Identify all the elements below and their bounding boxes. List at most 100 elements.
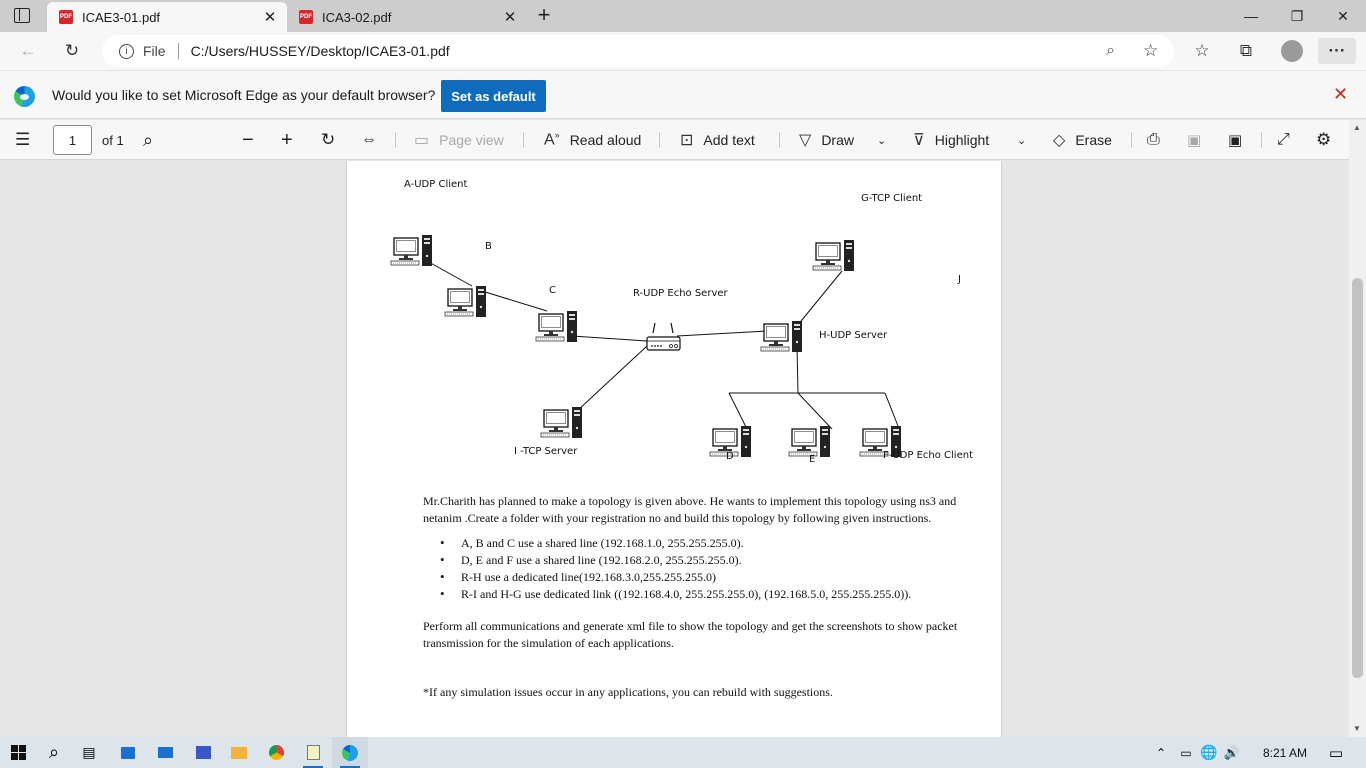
file-explorer-icon[interactable] (221, 737, 257, 768)
draw-icon: ▽ (799, 132, 812, 149)
notepad-icon[interactable] (295, 737, 331, 768)
tab-actions-icon[interactable] (14, 8, 30, 23)
fullscreen-icon[interactable]: ⤢ (1277, 120, 1290, 160)
pdf-viewer[interactable]: A-UDP Client G-TCP Client B C J R-UDP Ec… (0, 161, 1349, 737)
print-icon[interactable]: ⎙ (1147, 120, 1160, 160)
label-e: E (809, 454, 816, 465)
label-c: C (549, 285, 556, 296)
save-icon[interactable]: ▣ (1187, 120, 1201, 160)
draw-button[interactable]: ▽ Draw (799, 120, 854, 160)
divider (523, 132, 524, 148)
set-as-default-button[interactable]: Set as default (441, 80, 546, 112)
erase-button[interactable]: ◇ Erase (1053, 120, 1112, 160)
search-icon[interactable]: ⌕ (36, 737, 72, 768)
notification-center-icon[interactable]: ▭ (1318, 737, 1354, 768)
label-a-udp-client: A-UDP Client (404, 179, 468, 190)
computer-c-icon (535, 310, 578, 343)
new-tab-button[interactable]: + (532, 2, 556, 30)
info-icon[interactable]: i (119, 43, 134, 59)
divider (1131, 132, 1132, 148)
edge-logo-icon (14, 86, 35, 107)
list-item: R-H use a dedicated line(192.168.3.0,255… (423, 569, 963, 586)
infobar-message: Would you like to set Microsoft Edge as … (52, 87, 436, 103)
tab-title: ICA3-02.pdf (322, 9, 392, 25)
restore-button[interactable]: ❐ (1274, 0, 1320, 32)
read-aloud-label: Read aloud (569, 132, 642, 148)
store-icon[interactable] (110, 737, 146, 768)
profile-avatar[interactable] (1278, 38, 1306, 64)
divider (1261, 132, 1262, 148)
scroll-down-arrow-icon[interactable]: ▼ (1353, 724, 1361, 733)
pdf-toolbar: ☰ 1 of 1 ⌕ − + ↻ ⇔ ▭ Page view A» Read a… (0, 120, 1366, 160)
divider (395, 132, 396, 148)
table-of-contents-icon[interactable]: ☰ (15, 120, 30, 160)
network-globe-icon[interactable]: 🌐 (1199, 737, 1219, 768)
show-hidden-icons-chevron-icon[interactable]: ⌃ (1150, 737, 1172, 768)
page-number-input[interactable]: 1 (53, 125, 92, 155)
highlight-icon: ⊽ (913, 132, 925, 149)
highlight-dropdown-chevron-icon[interactable]: ⌄ (1017, 120, 1026, 160)
volume-icon[interactable]: 🔊 (1221, 737, 1243, 768)
task-view-icon[interactable]: ▤ (71, 737, 107, 768)
add-text-icon: ⊡ (680, 132, 694, 149)
label-i-tcp-server: I -TCP Server (514, 446, 578, 457)
edge-taskbar-icon[interactable] (332, 737, 368, 768)
computer-a-icon (390, 234, 433, 267)
add-text-button[interactable]: ⊡ Add text (680, 120, 755, 160)
zoom-in-button[interactable]: + (281, 120, 293, 160)
tab-close-button[interactable]: ✕ (259, 8, 281, 26)
fit-width-icon[interactable]: ⇔ (361, 120, 377, 160)
label-f-udp-echo-client: F-UDP Echo Client (883, 450, 973, 461)
pdf-icon: PDF (299, 10, 313, 24)
tab-close-button[interactable]: ✕ (499, 8, 521, 26)
infobar-close-icon[interactable]: ✕ (1333, 84, 1348, 105)
minimize-button[interactable]: — (1228, 0, 1274, 32)
site-info-label[interactable]: File (143, 43, 166, 59)
add-text-label: Add text (703, 132, 755, 148)
label-r-udp-echo-server: R-UDP Echo Server (633, 288, 728, 299)
save-as-icon[interactable]: ▣ (1228, 120, 1242, 160)
computer-b-icon (444, 285, 487, 318)
label-j: J (958, 274, 961, 285)
rotate-icon[interactable]: ↻ (321, 120, 335, 160)
windows-taskbar: ⌕ ▤ ⌃ ▭ 🌐 🔊 8:21 AM ▭ (0, 737, 1366, 768)
add-favorite-icon[interactable]: ☆ (1143, 41, 1158, 61)
zoom-icon[interactable]: ⌕ (1106, 42, 1115, 60)
windows-start-icon[interactable] (0, 737, 36, 768)
url-text[interactable]: C:/Users/HUSSEY/Desktop/ICAE3-01.pdf (191, 43, 450, 59)
scrollbar-thumb[interactable] (1352, 278, 1363, 678)
chrome-icon[interactable] (258, 737, 294, 768)
back-button[interactable]: ← (14, 38, 42, 64)
collections-icon[interactable]: ⧉ (1232, 38, 1260, 64)
scroll-up-arrow-icon[interactable]: ▲ (1353, 123, 1361, 132)
clock[interactable]: 8:21 AM (1252, 737, 1318, 768)
pdf-settings-gear-icon[interactable]: ⚙ (1316, 120, 1331, 160)
mail-icon[interactable] (147, 737, 183, 768)
battery-icon[interactable]: ▭ (1176, 737, 1196, 768)
draw-dropdown-chevron-icon[interactable]: ⌄ (877, 120, 886, 160)
refresh-button[interactable]: ↻ (58, 38, 86, 64)
address-bar[interactable]: i File C:/Users/HUSSEY/Desktop/ICAE3-01.… (102, 35, 1174, 67)
address-divider (177, 43, 179, 59)
read-aloud-icon: A» (544, 130, 560, 149)
tab-title: ICAE3-01.pdf (82, 9, 161, 25)
highlight-button[interactable]: ⊽ Highlight (913, 120, 989, 160)
zoom-out-button[interactable]: − (242, 120, 254, 160)
read-aloud-button[interactable]: A» Read aloud (544, 120, 641, 160)
close-window-button[interactable]: ✕ (1320, 0, 1366, 32)
favorites-icon[interactable]: ☆ (1188, 38, 1216, 64)
label-d: D (726, 451, 734, 462)
settings-more-icon[interactable]: ··· (1318, 38, 1356, 64)
computer-e-icon (788, 425, 831, 458)
vertical-scrollbar[interactable]: ▲ ▼ (1349, 120, 1366, 737)
list-item: A, B and C use a shared line (192.168.1.… (423, 535, 963, 552)
computer-g-icon (812, 239, 855, 272)
tab-ica3-02[interactable]: PDF ICA3-02.pdf ✕ (287, 2, 527, 32)
computer-h-icon (760, 320, 803, 353)
app-icon[interactable] (185, 737, 221, 768)
page-view-label: Page view (439, 132, 504, 148)
tab-icae3-01[interactable]: PDF ICAE3-01.pdf ✕ (47, 2, 287, 32)
draw-label: Draw (821, 132, 854, 148)
search-icon[interactable]: ⌕ (143, 120, 153, 160)
page-view-button[interactable]: ▭ Page view (414, 120, 504, 160)
